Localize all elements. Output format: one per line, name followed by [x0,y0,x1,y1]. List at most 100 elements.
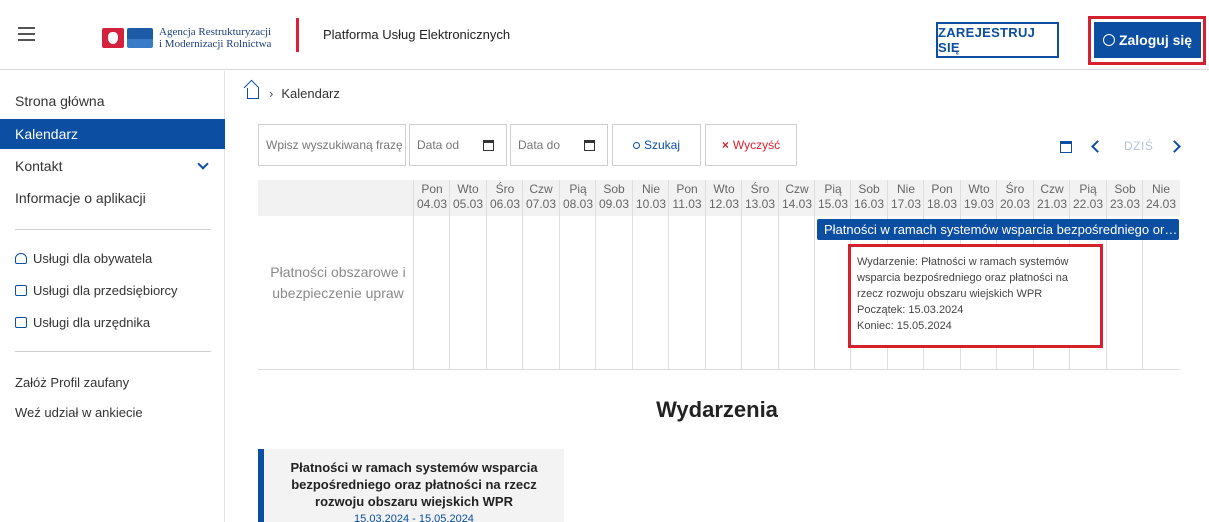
sidebar-item-calendar[interactable]: Kalendarz [0,119,225,149]
day-name: Czw [1040,182,1064,196]
sidebar-divider [15,229,211,230]
date-to-field[interactable]: Data do [510,124,608,166]
day-date: 20.03 [999,197,1031,211]
date-to-label: Data do [518,138,561,152]
calendar-day-header: Nie 17.03 [888,182,924,212]
day-date: 22.03 [1072,197,1104,211]
day-date: 12.03 [708,197,740,211]
day-name: Śro [495,182,515,196]
tooltip-line: Wydarzenie: Płatności w ramach systemów [857,256,1069,268]
day-date: 18.03 [926,197,958,211]
day-date: 19.03 [963,197,995,211]
date-from-field[interactable]: Data od [409,124,507,166]
calendar-day-header: Wto 05.03 [450,182,486,212]
search-placeholder: Wpisz wyszukiwaną frazę [266,138,403,152]
clear-button-label: Wyczyść [732,138,781,152]
day-name: Pon [676,182,698,196]
sidebar-service-official[interactable]: Usługi dla urzędnika [15,315,150,330]
sidebar-item-contact[interactable]: Kontakt [0,151,225,181]
clear-button[interactable]: × Wyczyść [705,124,797,166]
sidebar-service-citizen[interactable]: Usługi dla obywatela [15,251,152,266]
event-card[interactable]: Płatności w ramach systemów wsparcia bez… [258,449,564,522]
event-card-title: Płatności w ramach systemów wsparcia bez… [290,460,538,509]
arimr-logo[interactable]: Agencja Restrukturyzacji i Modernizacji … [102,26,271,50]
search-input[interactable]: Wpisz wyszukiwaną frazę [258,124,406,166]
search-button[interactable]: Szukaj [612,124,701,166]
sidebar: Strona główna Kalendarz Kontakt Informac… [0,71,225,522]
calendar-day-header: Czw 07.03 [523,182,559,212]
calendar-day-header: Pon 04.03 [414,182,450,212]
register-button[interactable]: ZAREJESTRUJ SIĘ [936,22,1059,58]
sidebar-item-label: Strona główna [15,93,105,109]
day-name: Pon [421,182,443,196]
calendar-day-header: Sob 23.03 [1107,182,1143,212]
day-name: Sob [858,182,880,196]
sidebar-item-label: Informacje o aplikacji [15,190,146,206]
service-label: Usługi dla urzędnika [33,315,151,330]
calendar-row-label: Płatności obszarowe i ubezpieczenie upra… [270,264,406,301]
sidebar-item-home[interactable]: Strona główna [0,86,225,116]
day-name: Nie [641,182,660,196]
day-date: 15.03 [817,197,849,211]
calendar-day-header: Śro 13.03 [742,182,778,212]
breadcrumb: › Kalendarz [247,86,340,101]
day-date: 04.03 [416,197,448,211]
calendar-event-bar[interactable]: Płatności w ramach systemów wsparcia bez… [817,219,1179,240]
sidebar-link-trusted-profile[interactable]: Załóż Profil zaufany [15,375,129,390]
today-button[interactable]: DZIŚ [1124,139,1153,153]
day-date: 14.03 [781,197,813,211]
sidebar-item-label: Kontakt [15,158,63,174]
logo-divider [296,18,299,52]
day-name: Śro [750,182,770,196]
chevron-left-icon[interactable] [1091,140,1104,153]
day-date: 05.03 [452,197,484,211]
arimr-icon [127,28,153,48]
sidebar-service-business[interactable]: Usługi dla przedsiębiorcy [15,283,178,298]
login-label: Zaloguj się [1118,32,1193,48]
day-date: 10.03 [635,197,667,211]
day-name: Wto [457,182,479,196]
menu-icon[interactable] [18,27,35,41]
search-icon [632,141,640,149]
tooltip-end: Koniec: 15.05.2024 [857,320,952,332]
home-icon[interactable] [247,88,259,99]
calendar-day-header: Pon 11.03 [669,182,705,212]
close-icon: × [721,138,729,152]
event-card-dates: 15.03.2024 - 15.05.2024 [354,513,474,522]
calendar-day-header: Nie 10.03 [633,182,669,212]
day-date: 08.03 [562,197,594,211]
day-name: Wto [968,182,990,196]
breadcrumb-current: Kalendarz [281,86,340,101]
sidebar-item-label: Kalendarz [15,126,79,142]
person-icon [15,253,27,264]
calendar-day-header: Śro 20.03 [997,182,1033,212]
day-date: 24.03 [1145,197,1177,211]
chevron-down-icon [197,158,209,170]
search-button-label: Szukaj [643,138,681,152]
breadcrumb-separator: › [269,86,274,101]
day-date: 07.03 [525,197,557,211]
calendar-day-header: Wto 12.03 [706,182,742,212]
day-name: Sob [1114,182,1136,196]
logo-text: Agencja Restrukturyzacji i Modernizacji … [159,26,271,50]
login-button[interactable]: Zaloguj się [1094,22,1201,58]
day-name: Wto [713,182,735,196]
monitor-icon [15,317,27,328]
events-heading: Wydarzenia [656,397,778,422]
chevron-right-icon[interactable] [1168,140,1181,153]
calendar-day-header: Śro 06.03 [487,182,523,212]
calendar-icon[interactable] [584,140,595,151]
sidebar-item-app-info[interactable]: Informacje o aplikacji [0,183,225,213]
calendar-icon[interactable] [483,140,494,151]
day-date: 17.03 [890,197,922,211]
calendar-picker-icon[interactable] [1060,141,1072,153]
calendar-day-header: Pią 22.03 [1070,182,1106,212]
day-name: Pią [1079,182,1097,196]
day-name: Sob [603,182,625,196]
day-date: 11.03 [672,197,702,211]
day-name: Nie [896,182,915,196]
day-name: Nie [1151,182,1170,196]
day-date: 23.03 [1109,197,1141,211]
day-date: 09.03 [598,197,630,211]
day-name: Pią [824,182,842,196]
